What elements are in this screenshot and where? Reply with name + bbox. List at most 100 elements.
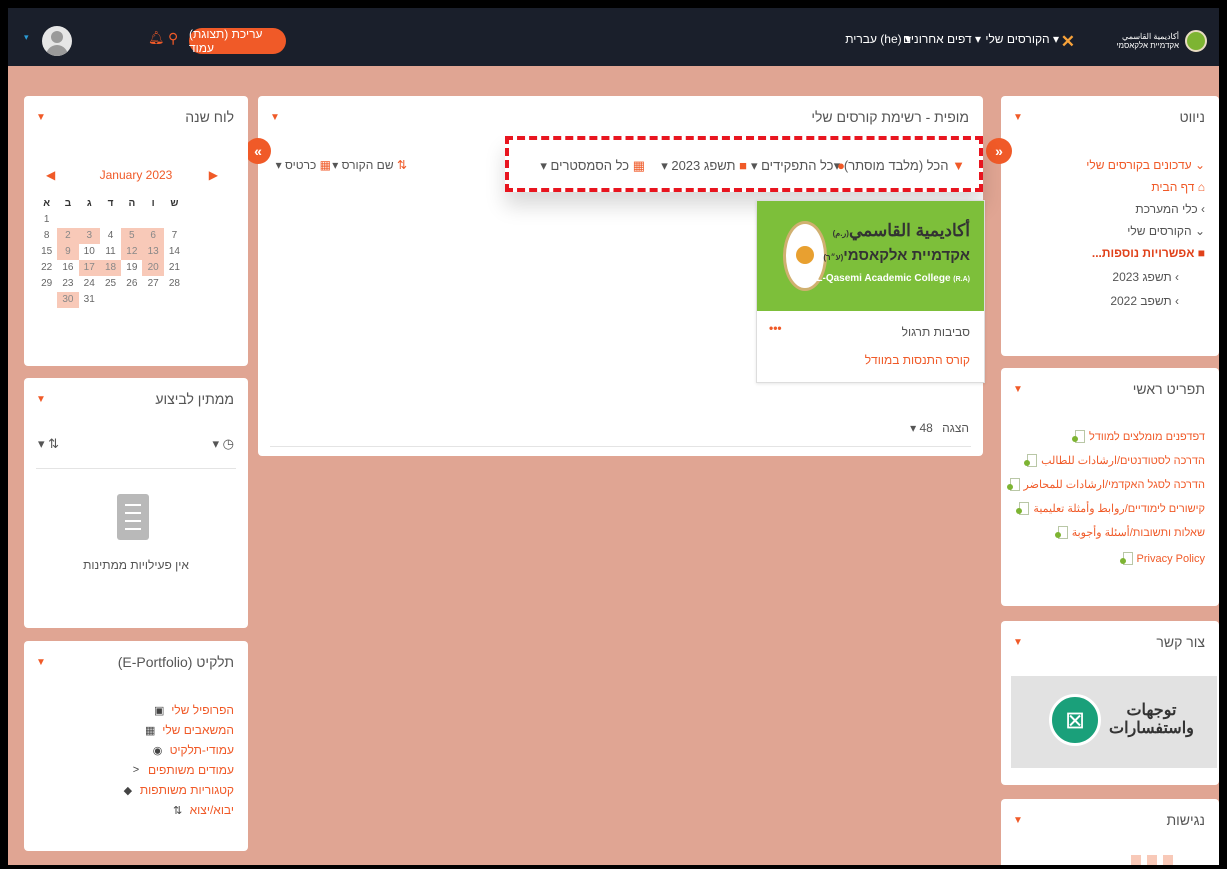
course-link[interactable]: קורס התנסות במוודל [865, 353, 970, 367]
timeline-range-dropdown[interactable]: ◷ ▾ [213, 436, 234, 452]
calendar-day[interactable]: 2 [57, 228, 79, 244]
folder-icon: ■ [739, 158, 747, 173]
menu-item-student-guide[interactable]: הדרכה לסטודנטים/ارشادات للطالب [1024, 454, 1205, 467]
day-name: ג [86, 198, 92, 209]
calendar-day[interactable]: 27 [142, 276, 163, 292]
calendar-day[interactable]: 21 [164, 260, 185, 276]
filter-all-dropdown[interactable]: ▼ הכל (מלבד מוסתר) ▾ [834, 158, 965, 174]
menu-item-faculty-guide[interactable]: הדרכה לסגל האקדמי/ارشادات للمحاضر [1006, 478, 1205, 491]
language-menu[interactable]: עברית (he) ▾ [845, 32, 911, 46]
filter-year-dropdown[interactable]: ■ תשפג 2023 ▾ [661, 158, 747, 174]
grid-icon: ▦ [319, 158, 331, 172]
avatar[interactable] [42, 26, 72, 56]
collapse-icon[interactable]: ▼ [36, 112, 46, 123]
bell-icon[interactable]: 🔔︎ [148, 30, 165, 46]
menu-item-browsers[interactable]: דפדפנים מומלצים למוודל [1071, 430, 1205, 443]
calendar-day[interactable]: 15 [36, 244, 57, 260]
portfolio-shared-pages[interactable]: < עמודים משותפים [130, 763, 234, 777]
calendar-day[interactable]: 8 [36, 228, 57, 244]
collapse-icon[interactable]: ▼ [270, 112, 280, 123]
calendar-day[interactable]: 4 [100, 228, 121, 244]
calendar-day[interactable]: 12 [121, 244, 143, 260]
nav-site-admin[interactable]: › כלי המערכת [1135, 202, 1205, 216]
portfolio-import-export[interactable]: ⇅ יבוא/יצוא [172, 803, 234, 817]
calendar-day[interactable]: 10 [79, 244, 100, 260]
collapse-icon[interactable]: ▼ [1013, 112, 1023, 123]
course-name-he: אקדמיית אלקאסמי(ע״ר) [823, 247, 970, 264]
calendar-day[interactable]: 23 [57, 276, 78, 292]
text-size-icon[interactable] [1163, 855, 1173, 865]
contact-banner[interactable]: توجهات واستفسارات [1011, 676, 1217, 768]
calendar-day[interactable]: 19 [121, 260, 142, 276]
calendar-day[interactable]: 7 [164, 228, 185, 244]
collapse-icon[interactable]: ▼ [36, 657, 46, 668]
contact-block: צור קשר ▼ توجهات واستفسارات [1001, 621, 1219, 785]
course-menu-icon[interactable]: ••• [769, 321, 782, 335]
nav-year-2023[interactable]: › תשפג 2023 [1112, 270, 1179, 284]
text-size-icon[interactable] [1147, 855, 1157, 865]
calendar-day[interactable]: 26 [121, 276, 142, 292]
collapse-icon[interactable]: ▼ [36, 394, 46, 405]
calendar-day[interactable]: 25 [100, 276, 121, 292]
collapse-icon[interactable]: ▼ [1013, 384, 1023, 395]
calendar-day[interactable]: 22 [36, 260, 57, 276]
calendar-day[interactable]: 17 [78, 260, 100, 276]
calendar-day[interactable]: 30 [57, 292, 79, 308]
timeline-sort-dropdown[interactable]: ⇅ ▾ [38, 436, 59, 452]
menu-item-faq[interactable]: שאלות ותשובות/أسئلة وأجوبة [1054, 526, 1205, 539]
document-icon [1024, 454, 1038, 467]
calendar-day[interactable]: 18 [99, 260, 122, 276]
edit-page-button[interactable]: עריכת (תצוגת) עמוד [189, 27, 286, 55]
contact-line1: توجهات [1126, 702, 1177, 719]
calendar-day[interactable]: 29 [36, 276, 57, 292]
calendar-day[interactable]: 16 [57, 260, 78, 276]
calendar-day[interactable]: 20 [142, 260, 164, 276]
nav-updates[interactable]: ⌄ עדכונים בקורסים שלי [1086, 158, 1205, 172]
calendar-day[interactable]: 24 [79, 276, 100, 292]
course-card[interactable]: أكاديمية القاسمي(ر.م) אקדמיית אלקאסמי(ע״… [756, 200, 985, 383]
collapse-icon[interactable]: ▼ [1013, 637, 1023, 648]
nav-recent-pages[interactable]: דפים אחרונים ▾ [903, 32, 981, 46]
calendar-day[interactable]: 11 [100, 244, 121, 260]
portfolio-resources[interactable]: ▦ המשאבים שלי [144, 723, 234, 737]
view-dropdown[interactable]: ▦ כרטיס ▾ [276, 158, 331, 172]
nav-home[interactable]: ⌂ דף הבית [1151, 180, 1205, 194]
search-icon[interactable]: ⚲ [168, 30, 178, 47]
portfolio-pages[interactable]: ◉ עמודי-תלקיט [152, 743, 234, 757]
menu-item-privacy[interactable]: Privacy Policy [1119, 552, 1205, 565]
prev-month-icon[interactable]: ◀ [46, 168, 55, 182]
text-size-icon[interactable] [1131, 855, 1141, 865]
empty-list-icon [117, 494, 149, 540]
filter-roles-dropdown[interactable]: ● כל התפקידים ▾ [751, 158, 845, 174]
tag-icon: ◆ [123, 784, 133, 797]
menu-item-links[interactable]: קישורים לימודיים/روابط وأمثلة تعليمية [1016, 502, 1205, 515]
calendar-day[interactable]: 31 [79, 292, 100, 308]
x-icon[interactable]: ✕ [1061, 32, 1075, 52]
nav-year-2022[interactable]: › תשפב 2022 [1110, 294, 1179, 308]
filter-semesters-dropdown[interactable]: ▦ כל הסמסטרים ▾ [540, 158, 645, 174]
contact-line2: واستفسارات [1109, 720, 1194, 737]
calendar-day[interactable]: 3 [78, 228, 100, 244]
collapse-icon[interactable]: ▼ [1013, 815, 1023, 826]
calendar-day[interactable]: 6 [142, 228, 164, 244]
site-logo[interactable]: أكاديمية القاسمي אקדמיית אלקאסמי [1103, 28, 1207, 54]
chevron-left-icon[interactable]: « [245, 138, 271, 164]
logo-line-arabic: أكاديمية القاسمي [1122, 32, 1179, 41]
portfolio-shared-categories[interactable]: ◆ קטגוריות משותפות [122, 783, 234, 797]
calendar-day[interactable]: 14 [164, 244, 185, 260]
nav-my-courses[interactable]: הקורסים שלי ▾ [985, 32, 1059, 46]
document-icon [1119, 552, 1133, 565]
portfolio-profile[interactable]: ▣ הפרופיל שלי [153, 703, 234, 717]
calendar-day[interactable]: 28 [164, 276, 185, 292]
nav-my-courses-tree[interactable]: ⌄ הקורסים שלי [1127, 224, 1205, 238]
calendar-day[interactable]: 1 [36, 212, 57, 228]
calendar-week: 30 31 [36, 292, 228, 308]
page-size-dropdown[interactable]: 48 ▾ [910, 421, 933, 435]
sort-dropdown[interactable]: ⇅ שם הקורס ▾ [332, 158, 407, 172]
calendar-day[interactable]: 13 [142, 244, 164, 260]
nav-more-options[interactable]: ■ אפשרויות נוספות... [1092, 246, 1205, 260]
calendar-day[interactable]: 9 [57, 244, 79, 260]
calendar-day[interactable]: 5 [121, 228, 143, 244]
user-menu-caret-icon[interactable]: ▾ [24, 32, 29, 43]
chevron-right-icon[interactable]: » [986, 138, 1012, 164]
